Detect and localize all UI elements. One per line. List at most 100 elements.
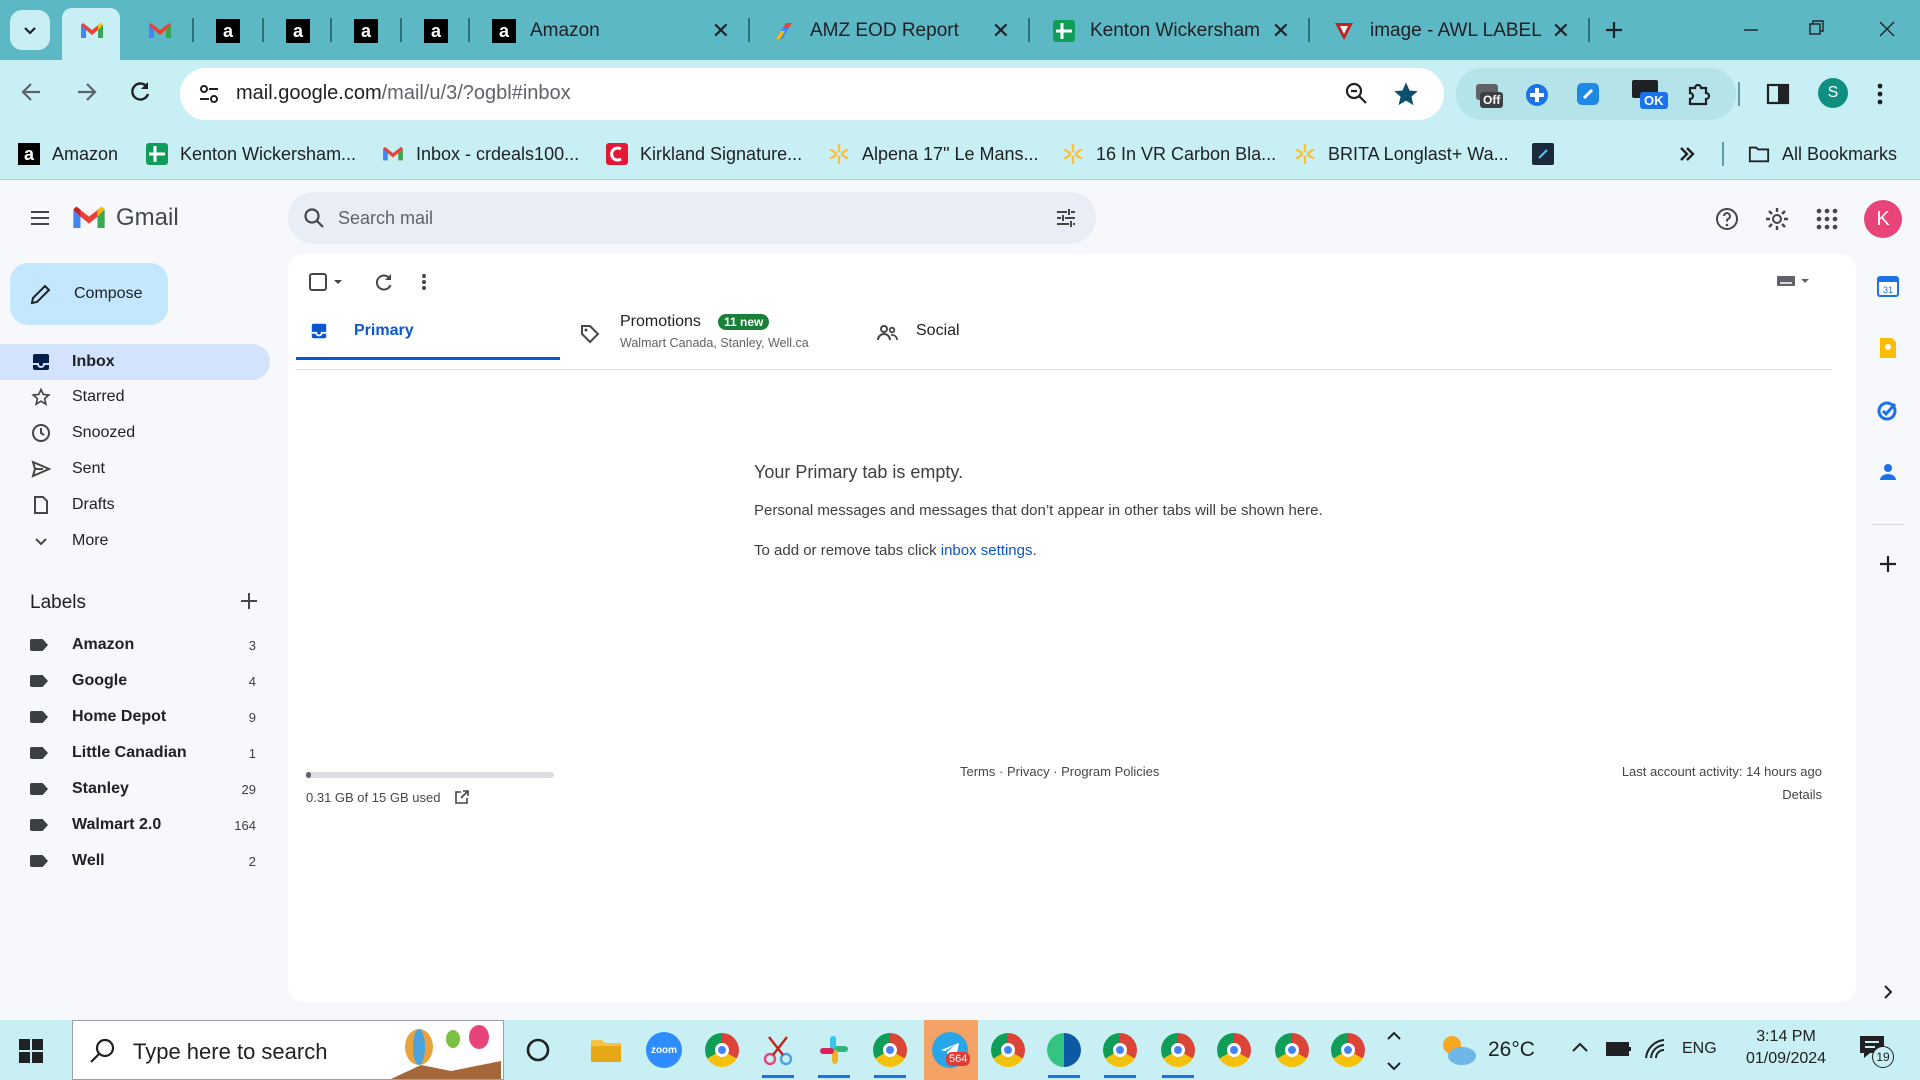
label-walmart-2[interactable]: Walmart 2.0 164 xyxy=(0,808,270,842)
reload-button[interactable] xyxy=(126,78,154,106)
language-indicator[interactable]: ENG xyxy=(1682,1040,1717,1058)
keep-icon[interactable] xyxy=(1876,336,1900,360)
taskbar-chrome-6[interactable] xyxy=(1214,1030,1254,1070)
tab-kenton-wickersham[interactable]: Kenton Wickersham L ✕ xyxy=(1040,8,1302,54)
calendar-icon[interactable]: 31 xyxy=(1876,274,1900,298)
terms-link[interactable]: Terms xyxy=(960,764,995,779)
main-menu-button[interactable] xyxy=(28,206,52,230)
taskbar-chrome-4[interactable] xyxy=(1100,1030,1140,1078)
close-window-button[interactable] xyxy=(1866,16,1906,44)
task-view-button[interactable] xyxy=(524,1036,552,1064)
support-button[interactable] xyxy=(1714,206,1740,232)
bookmark-dark-app[interactable] xyxy=(1532,138,1566,170)
taskbar-scroll-up[interactable] xyxy=(1384,1026,1404,1046)
windows-start-button[interactable] xyxy=(18,1038,44,1064)
taskbar-search-input[interactable]: Type here to search xyxy=(133,1039,327,1065)
input-tools-button[interactable] xyxy=(1776,274,1810,288)
taskbar-chrome-2[interactable] xyxy=(870,1030,910,1078)
nav-inbox[interactable]: Inbox xyxy=(0,344,270,380)
tab-gmail-2[interactable] xyxy=(136,8,192,54)
tab-amazon-2[interactable]: a xyxy=(274,8,326,54)
show-side-panel-button[interactable] xyxy=(1882,984,1894,1000)
extension-off-button[interactable]: Off xyxy=(1472,78,1508,110)
weather-widget[interactable]: 26°C xyxy=(1438,1030,1535,1070)
inbox-settings-link[interactable]: inbox settings xyxy=(941,542,1033,559)
taskbar-chrome-1[interactable] xyxy=(702,1030,742,1070)
close-icon[interactable]: ✕ xyxy=(712,18,730,44)
nav-starred[interactable]: Starred xyxy=(0,379,270,415)
bookmark-brita[interactable]: BRITA Longlast+ Wa... xyxy=(1294,138,1509,170)
extension-link-button[interactable] xyxy=(1574,80,1602,108)
contacts-icon[interactable] xyxy=(1876,460,1900,484)
nav-snoozed[interactable]: Snoozed xyxy=(0,415,270,451)
label-well[interactable]: Well 2 xyxy=(0,844,270,878)
bookmark-16in-vr-carbon[interactable]: 16 In VR Carbon Bla... xyxy=(1062,138,1276,170)
address-bar[interactable]: mail.google.com/mail/u/3/?ogbl#inbox xyxy=(180,68,1444,120)
site-info-icon[interactable] xyxy=(196,81,226,107)
tab-search-button[interactable] xyxy=(10,10,50,50)
extension-ok-button[interactable]: OK xyxy=(1630,78,1668,114)
label-little-canadian[interactable]: Little Canadian 1 xyxy=(0,736,270,770)
privacy-link[interactable]: Privacy xyxy=(1007,764,1050,779)
minimize-button[interactable] xyxy=(1730,16,1770,44)
bookmark-alpena[interactable]: Alpena 17" Le Mans... xyxy=(828,138,1039,170)
refresh-button[interactable] xyxy=(374,272,394,292)
select-checkbox[interactable] xyxy=(308,272,344,292)
new-tab-button[interactable] xyxy=(1598,14,1630,46)
tab-awl-label[interactable]: image - AWL LABEL ✕ xyxy=(1320,8,1582,54)
bookmark-star-icon[interactable] xyxy=(1392,80,1420,108)
taskbar-file-explorer[interactable] xyxy=(586,1030,626,1070)
chrome-profile-avatar[interactable]: S xyxy=(1818,78,1848,108)
back-button[interactable] xyxy=(18,78,46,106)
get-addons-button[interactable] xyxy=(1878,554,1898,574)
forward-button[interactable] xyxy=(72,78,100,106)
search-input[interactable]: Search mail xyxy=(338,208,433,229)
taskbar-chrome-5[interactable] xyxy=(1158,1030,1198,1078)
label-google[interactable]: Google 4 xyxy=(0,664,270,698)
tab-promotions[interactable]: Promotions 11 new Walmart Canada, Stanle… xyxy=(580,302,840,360)
nav-drafts[interactable]: Drafts xyxy=(0,487,270,523)
battery-icon[interactable] xyxy=(1606,1040,1632,1058)
taskbar-zoom[interactable]: zoom xyxy=(644,1030,684,1070)
extension-puzzle-blue[interactable] xyxy=(1524,82,1550,108)
bookmark-amazon[interactable]: a Amazon xyxy=(18,138,118,170)
clock[interactable]: 3:14 PM 01/09/2024 xyxy=(1738,1026,1834,1070)
notifications-button[interactable]: 19 xyxy=(1858,1034,1894,1068)
extensions-button[interactable] xyxy=(1684,80,1712,108)
tab-social[interactable]: Social xyxy=(876,302,1096,360)
tab-amazon-3[interactable]: a xyxy=(342,8,394,54)
caret-down-icon[interactable] xyxy=(332,276,344,288)
program-policies-link[interactable]: Program Policies xyxy=(1061,764,1159,779)
chrome-menu-button[interactable] xyxy=(1874,80,1886,108)
close-icon[interactable]: ✕ xyxy=(1272,18,1290,44)
bookmarks-overflow-button[interactable] xyxy=(1676,138,1698,170)
zoom-icon[interactable] xyxy=(1344,81,1370,107)
taskbar-chrome-8[interactable] xyxy=(1328,1030,1368,1070)
search-mail-bar[interactable]: Search mail xyxy=(288,192,1096,244)
side-panel-button[interactable] xyxy=(1764,80,1792,108)
tab-amazon-4[interactable]: a xyxy=(412,8,464,54)
label-stanley[interactable]: Stanley 29 xyxy=(0,772,270,806)
tab-amazon-1[interactable]: a xyxy=(204,8,256,54)
settings-button[interactable] xyxy=(1764,206,1790,232)
restore-button[interactable] xyxy=(1796,16,1836,44)
tab-amz-eod-report[interactable]: AMZ EOD Report ✕ xyxy=(760,8,1022,54)
nav-more[interactable]: More xyxy=(0,523,270,559)
gmail-logo[interactable]: Gmail xyxy=(72,204,179,232)
label-home-depot[interactable]: Home Depot 9 xyxy=(0,700,270,734)
taskbar-telegram[interactable]: 564 xyxy=(924,1020,978,1080)
search-icon[interactable] xyxy=(302,206,326,230)
search-options-icon[interactable] xyxy=(1054,206,1078,230)
close-icon[interactable]: ✕ xyxy=(1552,18,1570,44)
label-amazon[interactable]: Amazon 3 xyxy=(0,628,270,662)
tab-amazon[interactable]: a Amazon ✕ xyxy=(480,8,742,54)
taskbar-snipping[interactable] xyxy=(758,1030,798,1078)
bookmark-kirkland[interactable]: Kirkland Signature... xyxy=(606,138,802,170)
bookmark-inbox-crdeals[interactable]: Inbox - crdeals100... xyxy=(382,138,579,170)
show-hidden-icons[interactable] xyxy=(1570,1038,1590,1058)
taskbar-edge[interactable] xyxy=(1044,1030,1084,1078)
bookmark-kenton-wickersham[interactable]: Kenton Wickersham... xyxy=(146,138,356,170)
more-actions-button[interactable] xyxy=(420,272,428,292)
compose-button[interactable]: Compose xyxy=(10,263,168,325)
google-apps-button[interactable] xyxy=(1814,206,1840,232)
